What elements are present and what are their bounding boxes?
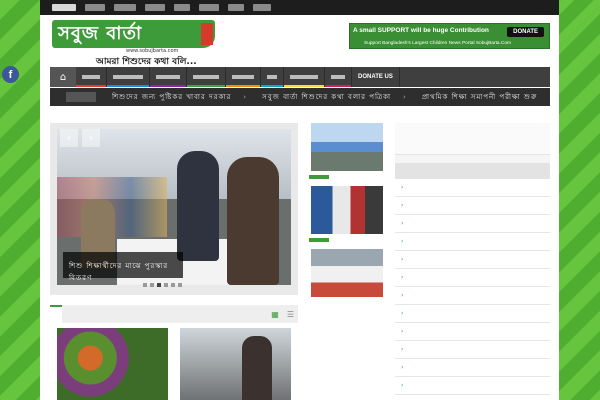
slider-dot[interactable] (150, 283, 154, 287)
ticker-separator: › (243, 93, 247, 101)
ticker-news-item[interactable]: শিশুদের জন্য পুষ্টিকর খাবার দরকার (112, 91, 231, 103)
news-card[interactable] (307, 186, 387, 242)
top-menu-item[interactable] (85, 4, 105, 11)
news-tabs: ▦ ☰ (50, 305, 298, 323)
top-menu-item[interactable] (174, 4, 190, 11)
sidebar-item[interactable]: › (395, 287, 550, 305)
ceremony-thumbnail[interactable] (180, 328, 291, 400)
chevron-left-icon[interactable]: ‹ (60, 129, 78, 147)
nav-item[interactable] (76, 67, 107, 87)
slider-arrows: ‹ › (60, 129, 100, 147)
nav-item[interactable] (107, 67, 150, 87)
top-menu-item[interactable] (145, 4, 165, 11)
facebook-share-icon[interactable]: f (2, 66, 19, 83)
slider-dot[interactable] (157, 283, 161, 287)
news-card-meta (309, 175, 385, 179)
top-menu-item[interactable] (114, 4, 136, 11)
sidebar-item[interactable]: › (395, 233, 550, 251)
sidebar-item[interactable]: › (395, 341, 550, 359)
top-menu-item[interactable] (199, 4, 219, 11)
top-menu-bar (40, 0, 559, 15)
sidebar-item[interactable]: › (395, 359, 550, 377)
slider-dot[interactable] (143, 283, 147, 287)
page-container: সবুজ বার্তা www.sobujbarta.com আমরা শিশু… (40, 0, 559, 400)
slider-dot[interactable] (178, 283, 182, 287)
tab-popular[interactable] (62, 305, 74, 323)
sidebar-item[interactable]: › (395, 395, 550, 400)
logo-brand: সবুজ বার্তা (52, 20, 215, 48)
sidebar-item[interactable]: › (395, 377, 550, 395)
ticker-news-item[interactable]: প্রাথমিক শিক্ষা সমাপনী পরীক্ষা শুরু (422, 91, 538, 103)
main-navigation: ⌂ DONATE US (50, 67, 550, 87)
nav-donate-us[interactable]: DONATE US (352, 67, 400, 87)
site-logo[interactable]: সবুজ বার্তা www.sobujbarta.com আমরা শিশু… (52, 20, 217, 67)
sidebar-item[interactable]: › (395, 197, 550, 215)
chevron-right-icon[interactable]: › (82, 129, 100, 147)
support-ad-banner[interactable]: A small SUPPORT will be huge Contributio… (349, 23, 550, 49)
news-card-meta (309, 238, 385, 242)
site-header: সবুজ বার্তা www.sobujbarta.com আমরা শিশু… (40, 15, 559, 67)
ad-headline: A small SUPPORT will be huge Contributio… (353, 27, 489, 34)
news-card-image[interactable] (311, 123, 383, 171)
ticker-label (66, 92, 96, 102)
sidebar: › › › › › › › › › › › › › (395, 123, 550, 400)
news-card[interactable] (307, 123, 387, 179)
sidebar-category-list: › › › › › › › › › › › › › (395, 179, 550, 400)
breaking-news-ticker: শিশুদের জন্য পুষ্টিকর খাবার দরকার › সবুজ… (50, 88, 550, 106)
news-card-image[interactable] (311, 249, 383, 297)
top-menu-item[interactable] (228, 4, 244, 11)
featured-slider: ‹ › শিশু শিক্ষার্থীদের মাঝে পুরস্কার বিত… (50, 123, 298, 295)
sidebar-item[interactable]: › (395, 251, 550, 269)
ticker-separator: › (403, 93, 406, 101)
sidebar-item[interactable]: › (395, 215, 550, 233)
sidebar-heading (395, 163, 550, 179)
slider-dot[interactable] (171, 283, 175, 287)
news-card-image[interactable] (311, 186, 383, 234)
news-card-column (307, 123, 387, 304)
nav-item[interactable] (261, 67, 284, 87)
sidebar-ad-slot (395, 123, 550, 155)
sidebar-item[interactable]: › (395, 179, 550, 197)
sidebar-item[interactable]: › (395, 269, 550, 287)
nav-item[interactable] (187, 67, 226, 87)
top-menu-item-home[interactable] (52, 4, 76, 11)
nav-item[interactable] (325, 67, 352, 87)
tab-latest[interactable] (50, 305, 62, 323)
nav-item[interactable] (150, 67, 187, 87)
nav-item[interactable] (226, 67, 261, 87)
grid-view-icon[interactable]: ▦ (267, 310, 283, 319)
nav-item[interactable] (284, 67, 325, 87)
vegetables-thumbnail[interactable] (57, 328, 168, 400)
list-view-icon[interactable]: ☰ (283, 310, 298, 319)
slider-caption[interactable]: শিশু শিক্ষার্থীদের মাঝে পুরস্কার বিতরণ (63, 252, 183, 282)
sidebar-item[interactable]: › (395, 305, 550, 323)
ticker-news-item[interactable]: সবুজ বার্তা শিশুদের কথা বলার পত্রিকা (262, 91, 391, 103)
top-menu-item[interactable] (253, 4, 271, 11)
news-card[interactable] (307, 249, 387, 297)
news-thumbnails (50, 325, 298, 400)
home-icon[interactable]: ⌂ (50, 67, 76, 87)
sidebar-item[interactable]: › (395, 323, 550, 341)
ad-subtext: Support Bangladesh's Largest Children Ne… (364, 41, 512, 46)
slider-pagination (143, 283, 182, 287)
donate-button[interactable]: DONATE (507, 27, 544, 37)
slider-dot[interactable] (164, 283, 168, 287)
